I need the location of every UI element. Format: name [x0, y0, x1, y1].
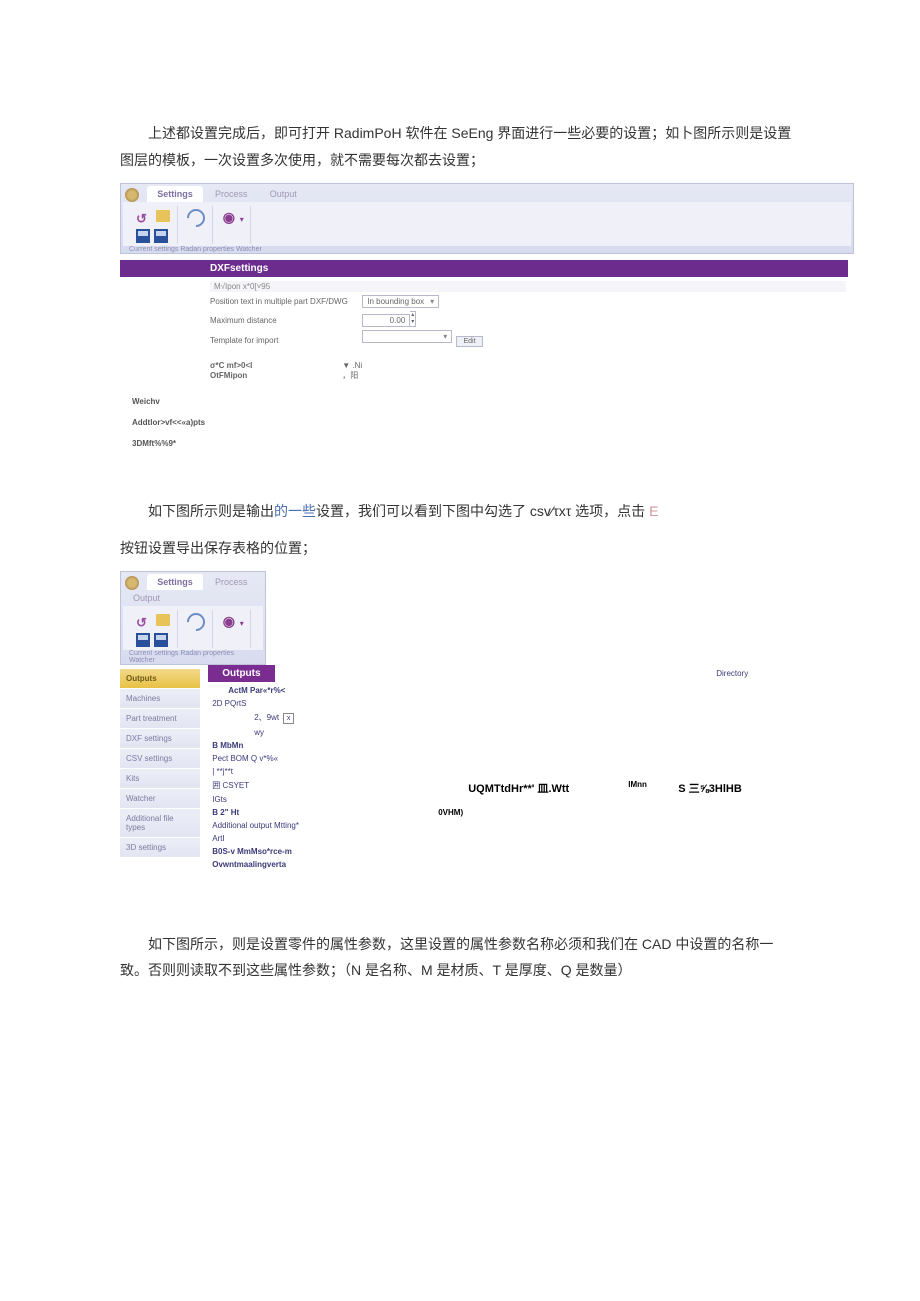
extra-addtlor: Addtlor>vf<<«a)pts [132, 418, 848, 427]
out-arti: ArtI [212, 834, 768, 843]
tab-output[interactable]: Output [260, 186, 307, 202]
lbl-template: Template for import [210, 336, 360, 345]
menu-machines[interactable]: Machines [120, 689, 200, 708]
out-2-9wt: 2、9wtx [254, 712, 768, 723]
out-2dparts: 2D PQrtS [212, 699, 768, 708]
mid-imnn: IMnn [628, 780, 647, 789]
app-logo-icon [125, 188, 139, 202]
directory-label: Directory [716, 669, 748, 678]
other-1a: σ*C mf>0<I [210, 361, 340, 370]
dxf-section-title: DXFsettings [120, 260, 848, 277]
paragraph-3: 按钮设置导出保存表格的位置； [120, 535, 800, 562]
other-2a: OtFMipon [210, 371, 340, 380]
wrench-icon[interactable] [184, 610, 209, 635]
save-as-icon[interactable] [154, 633, 168, 647]
wrench-icon[interactable] [184, 205, 209, 230]
out-igts: IGts [212, 795, 768, 804]
other-2b: ，阳 [342, 371, 358, 380]
menu-csv-settings[interactable]: CSV settings [120, 749, 200, 768]
tab-settings[interactable]: Settings [147, 574, 203, 590]
edit-button[interactable]: Edit [456, 336, 482, 347]
dxf-header-line: M√Ipon x*0[˅95 [210, 281, 846, 292]
out-wy: wy [254, 728, 768, 737]
out-b2ht: B 2" Ht0VHM) [212, 808, 768, 817]
menu-part-treatment[interactable]: Part treatment [120, 709, 200, 728]
window-ribbon: Settings Process Output ↺ ◉▾ Current se [120, 183, 854, 254]
toolbar-labels: Current settings Radan properties Watche… [123, 650, 263, 664]
out-jt: | **j**t [212, 767, 768, 776]
eye-icon[interactable]: ◉ [223, 209, 239, 225]
side-menu: Outputs Machines Part treatment DXF sett… [120, 669, 200, 858]
out-ovwnt: Ovwntmaalingverta [212, 860, 768, 869]
toolbar-labels: Current settings Radan properties Watche… [123, 246, 851, 253]
link-deyixie[interactable]: 的一些 [274, 503, 316, 519]
menu-add-filetypes[interactable]: Additional file types [120, 809, 200, 837]
sel-bounding-box[interactable]: In bounding box▾ [362, 295, 439, 308]
menu-watcher[interactable]: Watcher [120, 789, 200, 808]
mid-uqmt: UQMTtdHr**' 皿.Wtt [468, 780, 569, 796]
window-ribbon-2: Settings Process Output ↺ ◉▾ Current set… [120, 571, 266, 665]
mid-s3hihb: S 三⅝3HlHB [678, 780, 742, 796]
extra-3dmft: 3DMft%%9* [132, 439, 848, 448]
save-as-icon[interactable] [154, 229, 168, 243]
menu-outputs[interactable]: Outputs [120, 669, 200, 688]
undo-icon[interactable]: ↺ [136, 211, 152, 227]
undo-icon[interactable]: ↺ [136, 615, 152, 631]
checkbox-9wt[interactable]: x [283, 713, 294, 724]
menu-dxf-settings[interactable]: DXF settings [120, 729, 200, 748]
tab-process[interactable]: Process [205, 186, 258, 202]
lbl-max-distance: Maximum distance [210, 316, 360, 325]
paragraph-1: 上述都设置完成后，即可打开 RadimPoH 软件在 SeEng 界面进行一些必… [120, 120, 800, 173]
other-1b: ▼ .Ni [342, 361, 362, 370]
out-additional: Additional output Mtting* [212, 821, 768, 830]
menu-3d-settings[interactable]: 3D settings [120, 838, 200, 857]
menu-kits[interactable]: Kits [120, 769, 200, 788]
screenshot-outputs: Settings Process Output ↺ ◉▾ Current set… [120, 571, 800, 870]
eye-icon[interactable]: ◉ [223, 613, 239, 629]
screenshot-dxf-settings: Settings Process Output ↺ ◉▾ Current se [120, 183, 800, 448]
paragraph-4: 如下图所示，则是设置零件的属性参数，这里设置的属性参数名称必须和我们在 CAD … [120, 931, 800, 984]
out-csyet: 囲 CSYET UQMTtdHr**' 皿.Wtt IMnn S 三⅝3HlHB [212, 780, 768, 791]
input-max-distance[interactable]: 0.00 [362, 314, 410, 327]
tab-settings[interactable]: Settings [147, 186, 203, 202]
out-actm: ActM Par«*r%< [228, 686, 768, 695]
open-folder-icon[interactable] [156, 614, 170, 626]
open-folder-icon[interactable] [156, 210, 170, 222]
sel-template[interactable]: ▾ [362, 330, 452, 343]
tab-process[interactable]: Process [205, 574, 258, 590]
out-pect-bom: Pect BOM Q v*%« [212, 754, 768, 763]
save-icon[interactable] [136, 633, 150, 647]
letter-e: E [649, 503, 658, 519]
save-icon[interactable] [136, 229, 150, 243]
outputs-title: Outputs [208, 665, 274, 682]
paragraph-2: 如下图所示则是输出的一些设置，我们可以看到下图中勾选了 csv⁄τxτ 选项，点… [120, 498, 800, 525]
app-logo-icon [125, 576, 139, 590]
tab-output[interactable]: Output [123, 590, 170, 606]
out-b-mbmn: B MbMn [212, 741, 768, 750]
lbl-position-text: Position text in multiple part DXF/DWG [210, 297, 360, 306]
extra-weichv: Weichv [132, 397, 848, 406]
out-b0s: B0S-v MmMso*rce-m [212, 847, 768, 856]
